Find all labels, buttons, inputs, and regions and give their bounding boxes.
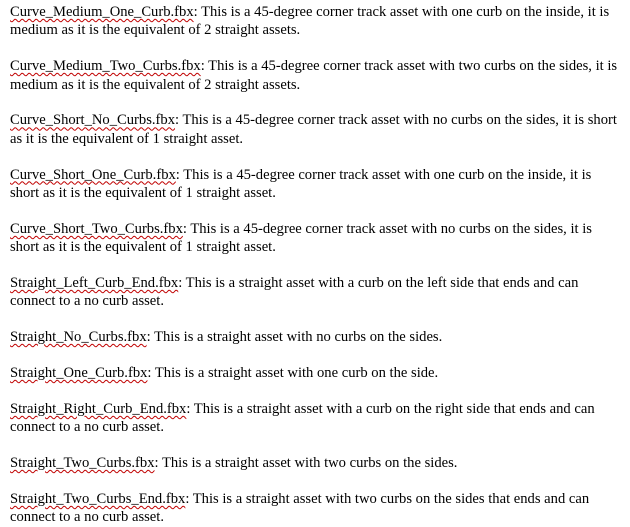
asset-entry-straight-two-curbs: Straight_Two_Curbs.fbx: This is a straig… (10, 454, 620, 472)
asset-entry-straight-one-curb: Straight_One_Curb.fbx: This is a straigh… (10, 364, 620, 382)
asset-entry-straight-two-curbs-end: Straight_Two_Curbs_End.fbx: This is a st… (10, 490, 620, 527)
asset-entry-straight-right-curb-end: Straight_Right_Curb_End.fbx: This is a s… (10, 400, 620, 437)
asset-description: : This is a straight asset with two curb… (154, 455, 458, 472)
asset-entry-curve-medium-one-curb: Curve_Medium_One_Curb.fbx: This is a 45-… (10, 3, 620, 40)
asset-entry-curve-short-one-curb: Curve_Short_One_Curb.fbx: This is a 45-d… (10, 166, 620, 203)
asset-filename: Curve_Short_No_Curbs.fbx (10, 112, 175, 129)
asset-filename: Curve_Short_Two_Curbs.fbx (10, 220, 183, 237)
asset-entry-curve-short-two-curbs: Curve_Short_Two_Curbs.fbx: This is a 45-… (10, 220, 620, 257)
asset-entry-curve-medium-two-curbs: Curve_Medium_Two_Curbs.fbx: This is a 45… (10, 57, 620, 94)
asset-filename: Straight_Two_Curbs_End.fbx (10, 490, 186, 507)
asset-filename: Straight_No_Curbs.fbx (10, 329, 147, 346)
asset-description: : This is a straight asset with one curb… (147, 365, 439, 382)
asset-filename: Curve_Medium_Two_Curbs.fbx (10, 58, 201, 75)
asset-filename: Straight_One_Curb.fbx (10, 365, 148, 382)
asset-filename: Straight_Two_Curbs.fbx (10, 455, 155, 472)
asset-filename: Curve_Short_One_Curb.fbx (10, 166, 176, 183)
document-body: Curve_Medium_One_Curb.fbx: This is a 45-… (0, 0, 630, 525)
asset-entry-straight-no-curbs: Straight_No_Curbs.fbx: This is a straigh… (10, 328, 620, 346)
asset-filename: Curve_Medium_One_Curb.fbx (10, 4, 194, 20)
asset-entry-curve-short-no-curbs: Curve_Short_No_Curbs.fbx: This is a 45-d… (10, 111, 620, 148)
asset-filename: Straight_Left_Curb_End.fbx (10, 275, 179, 292)
asset-description: : This is a straight asset with no curbs… (146, 329, 443, 346)
asset-entry-straight-left-curb-end: Straight_Left_Curb_End.fbx: This is a st… (10, 274, 620, 311)
asset-filename: Straight_Right_Curb_End.fbx (10, 400, 187, 417)
